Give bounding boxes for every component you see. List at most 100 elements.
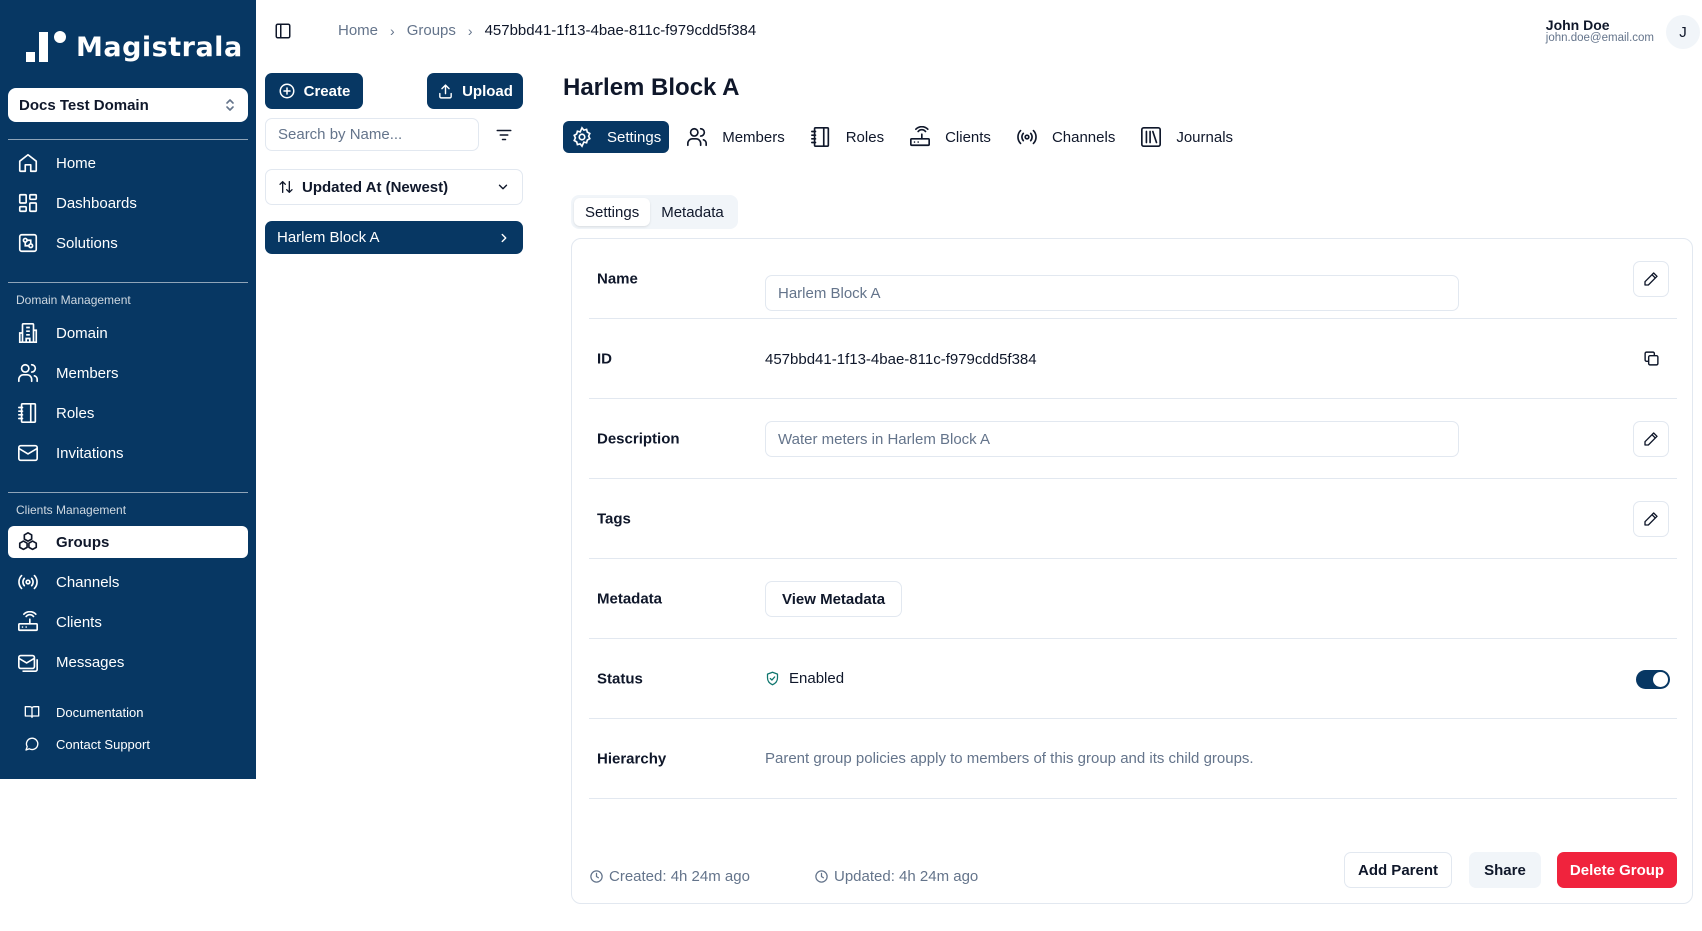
sidebar-item-label: Roles	[56, 404, 95, 422]
subtab-settings[interactable]: Settings	[574, 198, 651, 226]
updated-text: Updated: 4h 24m ago	[834, 868, 979, 885]
tags-row: Tags	[589, 479, 1677, 559]
user-email: john.doe@email.com	[1545, 32, 1654, 44]
pencil-icon	[1643, 511, 1659, 527]
tab-settings[interactable]: Settings	[563, 121, 670, 153]
status-toggle[interactable]	[1636, 670, 1670, 689]
sidebar-item-home[interactable]: Home	[8, 147, 248, 179]
id-value: 457bbd41-1f13-4bae-811c-f979cdd5f384	[765, 351, 1037, 368]
sidebar-item-clients[interactable]: Clients	[8, 606, 248, 638]
tab-members[interactable]: Members	[678, 121, 793, 153]
shield-check-icon	[765, 671, 780, 686]
tab-journals[interactable]: Journals	[1132, 121, 1241, 153]
sidebar-item-label: Invitations	[56, 444, 124, 462]
filter-button[interactable]	[495, 126, 513, 144]
radio-icon	[1016, 126, 1038, 148]
settings-subtabs: Settings Metadata	[571, 195, 738, 229]
breadcrumb-groups[interactable]: Groups	[407, 22, 456, 39]
brand-name: Magistrala	[76, 31, 243, 63]
upload-button[interactable]: Upload	[427, 73, 523, 109]
sidebar-item-members[interactable]: Members	[8, 357, 248, 389]
add-parent-button[interactable]: Add Parent	[1344, 852, 1452, 888]
name-row: Name Harlem Block A	[589, 239, 1677, 319]
created-text: Created: 4h 24m ago	[609, 868, 750, 885]
user-name: John Doe	[1545, 17, 1610, 33]
description-field[interactable]: Water meters in Harlem Block A	[765, 421, 1459, 457]
create-button[interactable]: Create	[265, 73, 363, 109]
tab-label: Channels	[1051, 128, 1116, 146]
copy-id-button[interactable]	[1643, 350, 1660, 367]
breadcrumb-current: 457bbd41-1f13-4bae-811c-f979cdd5f384	[484, 22, 757, 39]
sidebar-item-label: Documentation	[56, 704, 144, 720]
id-label: ID	[597, 350, 612, 367]
groups-icon	[17, 531, 39, 553]
tab-roles[interactable]: Roles	[802, 121, 892, 153]
description-row: Description Water meters in Harlem Block…	[589, 399, 1677, 479]
edit-name-button[interactable]	[1633, 261, 1669, 297]
tab-clients[interactable]: Clients	[901, 121, 999, 153]
sidebar-divider	[8, 492, 248, 493]
sidebar-item-messages[interactable]: Messages	[8, 646, 248, 678]
notebook-icon	[810, 126, 832, 148]
view-metadata-button[interactable]: View Metadata	[765, 581, 903, 617]
tab-label: Roles	[845, 128, 885, 146]
list-item[interactable]: Harlem Block A	[265, 221, 523, 254]
users-icon	[17, 362, 39, 384]
tags-label: Tags	[597, 510, 631, 527]
messages-icon	[17, 651, 39, 673]
sidebar-item-label: Dashboards	[56, 194, 137, 212]
sidebar-item-contact-support[interactable]: Contact Support	[8, 730, 248, 758]
tab-label: Settings	[607, 128, 662, 146]
sidebar-divider	[8, 139, 248, 140]
name-field[interactable]: Harlem Block A	[765, 275, 1459, 311]
sidebar-item-solutions[interactable]: Solutions	[8, 227, 248, 259]
sidebar-item-domain[interactable]: Domain	[8, 317, 248, 349]
sidebar-item-label: Messages	[56, 653, 125, 671]
mail-icon	[17, 442, 39, 464]
share-button[interactable]: Share	[1469, 852, 1541, 888]
library-icon	[1140, 126, 1162, 148]
domain-selector-label: Docs Test Domain	[19, 96, 149, 114]
sidebar-item-groups[interactable]: Groups	[8, 526, 248, 558]
sidebar-item-label: Contact Support	[56, 736, 150, 752]
chat-icon	[24, 736, 40, 752]
tab-channels[interactable]: Channels	[1008, 121, 1123, 153]
hierarchy-row: Hierarchy Parent group policies apply to…	[589, 719, 1677, 799]
search-input[interactable]: Search by Name...	[265, 118, 479, 151]
subtab-metadata[interactable]: Metadata	[650, 198, 735, 226]
updated-timestamp: Updated: 4h 24m ago	[814, 868, 978, 885]
logo[interactable]: Magistrala	[26, 30, 243, 64]
sidebar-item-label: Clients	[56, 613, 102, 631]
solutions-icon	[17, 232, 39, 254]
toggle-knob	[1653, 672, 1668, 687]
clock-icon	[589, 869, 604, 884]
sidebar-toggle-button[interactable]	[274, 22, 292, 40]
group-settings-card: Name Harlem Block A ID 457bbd41-1f13-4ba…	[571, 238, 1693, 904]
avatar[interactable]: J	[1666, 15, 1700, 49]
sidebar-item-dashboards[interactable]: Dashboards	[8, 187, 248, 219]
group-item-label: Harlem Block A	[277, 229, 380, 246]
edit-tags-button[interactable]	[1633, 501, 1669, 537]
user-menu[interactable]: John Doe john.doe@email.com	[1546, 18, 1654, 44]
sidebar-section-domain-management: Domain Management	[16, 293, 131, 307]
sidebar-item-roles[interactable]: Roles	[8, 397, 248, 429]
router-icon	[17, 611, 39, 633]
metadata-row: Metadata View Metadata	[589, 559, 1677, 639]
sidebar-item-label: Solutions	[56, 234, 118, 252]
book-icon	[24, 704, 40, 720]
sidebar-item-documentation[interactable]: Documentation	[8, 698, 248, 726]
domain-selector[interactable]: Docs Test Domain	[8, 88, 248, 122]
chevrons-up-down-icon	[224, 97, 236, 113]
sidebar-item-channels[interactable]: Channels	[8, 566, 248, 598]
delete-group-button[interactable]: Delete Group	[1557, 852, 1677, 888]
sidebar-divider	[8, 282, 248, 283]
edit-description-button[interactable]	[1633, 421, 1669, 457]
breadcrumb-home[interactable]: Home	[338, 22, 378, 39]
status-value: Enabled	[789, 670, 845, 687]
sort-select[interactable]: Updated At (Newest)	[265, 169, 523, 205]
users-icon	[686, 126, 708, 148]
sidebar-item-label: Home	[56, 154, 97, 172]
sidebar-item-label: Groups	[56, 533, 110, 551]
tab-label: Members	[722, 128, 785, 146]
sidebar-item-invitations[interactable]: Invitations	[8, 437, 248, 469]
